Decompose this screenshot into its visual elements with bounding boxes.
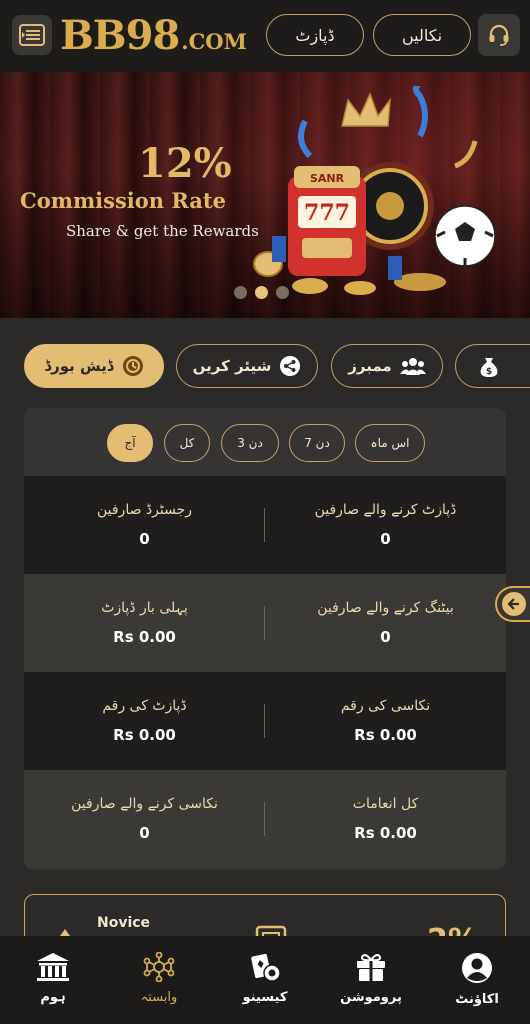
stat-label: پہلی بار ڈپازٹ — [101, 600, 188, 616]
share-icon — [280, 356, 301, 376]
clock-icon — [122, 356, 143, 376]
stat-label: ڈپازٹ کی رقم — [102, 698, 187, 714]
carousel-dots — [234, 286, 289, 299]
date-filters: آج کل 3 دن 7 دن اس ماہ — [24, 408, 506, 476]
support-button[interactable] — [478, 14, 520, 56]
nav-home[interactable]: ہوم — [0, 936, 106, 1024]
withdraw-button[interactable]: نکالیں — [373, 14, 471, 56]
stats-row: نکاسی کرنے والے صارفین 0 کل انعامات Rs 0… — [24, 770, 506, 868]
nav-account-label: اکاؤنٹ — [455, 992, 499, 1007]
stat-withdrawing-users: نکاسی کرنے والے صارفین 0 — [24, 770, 265, 868]
stat-value: 0 — [380, 628, 391, 646]
menu-button[interactable] — [12, 15, 52, 55]
side-drawer-toggle[interactable] — [495, 586, 530, 622]
affiliate-tabs: ڈیش بورڈ شیئر کریں ممبرز $ — [0, 344, 530, 390]
logo-main: BB98 — [60, 12, 180, 59]
deposit-button[interactable]: ڈپازٹ — [266, 14, 364, 56]
cards-icon — [251, 953, 281, 982]
arrow-left-icon — [501, 592, 526, 616]
slot-reels: 777 — [304, 200, 350, 226]
carousel-dot-3[interactable] — [276, 286, 289, 299]
filter-3-days[interactable]: 3 دن — [221, 424, 279, 462]
stat-label: رجسٹرڈ صارفین — [96, 502, 193, 518]
members-icon — [399, 358, 426, 375]
stats-row: رجسٹرڈ صارفین 0 ڈپازٹ کرنے والے صارفین 0 — [24, 476, 506, 574]
nav-promotion[interactable]: پروموشن — [318, 936, 424, 1024]
stat-value: Rs 0.00 — [113, 726, 176, 744]
gift-icon — [357, 954, 385, 981]
nav-casino[interactable]: کیسینو — [212, 936, 318, 1024]
stat-value: Rs 0.00 — [354, 824, 417, 842]
money-bag-icon: $ — [480, 358, 498, 377]
menu-icon — [19, 24, 45, 46]
stats-panel: آج کل 3 دن 7 دن اس ماہ رجسٹرڈ صارفین 0 ڈ… — [24, 408, 506, 870]
filter-yesterday[interactable]: کل — [164, 424, 210, 462]
stat-withdraw-amount: نکاسی کی رقم Rs 0.00 — [265, 672, 506, 770]
stat-depositing-users: ڈپازٹ کرنے والے صارفین 0 — [265, 476, 506, 574]
brand-logo[interactable]: BB98 .COM — [60, 12, 247, 59]
banner-subtitle: Share & get the Rewards — [66, 222, 259, 240]
tab-share[interactable]: شیئر کریں — [176, 344, 318, 388]
stat-deposit-amount: ڈپازٹ کی رقم Rs 0.00 — [24, 672, 265, 770]
svg-text:$: $ — [486, 367, 492, 377]
tab-members[interactable]: ممبرز — [331, 344, 443, 388]
banner-title: Commission Rate — [20, 188, 226, 213]
divider — [264, 508, 265, 542]
nav-promotion-label: پروموشن — [340, 990, 402, 1005]
stat-value: Rs 0.00 — [354, 726, 417, 744]
headset-icon — [489, 24, 509, 46]
user-icon — [462, 953, 492, 983]
nav-casino-label: کیسینو — [242, 990, 288, 1005]
casino-illustration: SANR 777 — [253, 86, 496, 295]
top-header: BB98 .COM ڈپازٹ نکالیں — [0, 0, 530, 72]
stat-value: 0 — [139, 824, 150, 842]
filter-7-days[interactable]: 7 دن — [289, 424, 345, 462]
stats-row: پہلی بار ڈپازٹ Rs 0.00 بیٹنگ کرنے والے ص… — [24, 574, 506, 672]
stat-value: Rs 0.00 — [113, 628, 176, 646]
stat-label: کل انعامات — [352, 796, 419, 812]
logo-suffix: .COM — [181, 29, 247, 54]
divider — [264, 704, 265, 738]
nav-home-label: ہوم — [40, 990, 66, 1005]
filter-today[interactable]: آج — [107, 424, 153, 462]
stat-value: 0 — [139, 530, 150, 548]
stat-label: ڈپازٹ کرنے والے صارفین — [314, 502, 457, 518]
nav-affiliate-label: وابستہ — [140, 990, 178, 1005]
carousel-dot-2[interactable] — [255, 286, 268, 299]
stat-label: نکاسی کرنے والے صارفین — [71, 796, 218, 812]
nav-affiliate[interactable]: وابستہ — [106, 936, 212, 1024]
carousel-dot-1[interactable] — [234, 286, 247, 299]
nav-account[interactable]: اکاؤنٹ — [424, 936, 530, 1024]
stat-label: نکاسی کی رقم — [340, 698, 431, 714]
stat-first-deposit: پہلی بار ڈپازٹ Rs 0.00 — [24, 574, 265, 672]
stat-value: 0 — [380, 530, 391, 548]
tab-share-label: شیئر کریں — [192, 357, 272, 375]
promo-banner[interactable]: 12% Commission Rate Share & get the Rewa… — [0, 72, 530, 318]
bank-icon — [37, 953, 69, 981]
filter-this-month[interactable]: اس ماہ — [355, 424, 425, 462]
rank-level: Novice — [97, 915, 151, 931]
network-icon — [143, 952, 175, 982]
tab-dashboard[interactable]: ڈیش بورڈ — [24, 344, 164, 388]
banner-percent: 12% — [138, 140, 232, 187]
divider — [264, 606, 265, 640]
slot-brand: SANR — [310, 172, 345, 185]
stat-registered-users: رجسٹرڈ صارفین 0 — [24, 476, 265, 574]
stat-total-rewards: کل انعامات Rs 0.00 — [265, 770, 506, 868]
stats-row: ڈپازٹ کی رقم Rs 0.00 نکاسی کی رقم Rs 0.0… — [24, 672, 506, 770]
tab-dashboard-label: ڈیش بورڈ — [44, 357, 114, 375]
bottom-nav: ہوم وابستہ کیسینو پروموشن اکاؤنٹ — [0, 936, 530, 1024]
tab-members-label: ممبرز — [348, 357, 392, 375]
divider — [264, 802, 265, 836]
stat-betting-users: بیٹنگ کرنے والے صارفین 0 — [265, 574, 506, 672]
stat-label: بیٹنگ کرنے والے صارفین — [317, 600, 454, 616]
tab-commission[interactable]: $ — [455, 344, 530, 388]
